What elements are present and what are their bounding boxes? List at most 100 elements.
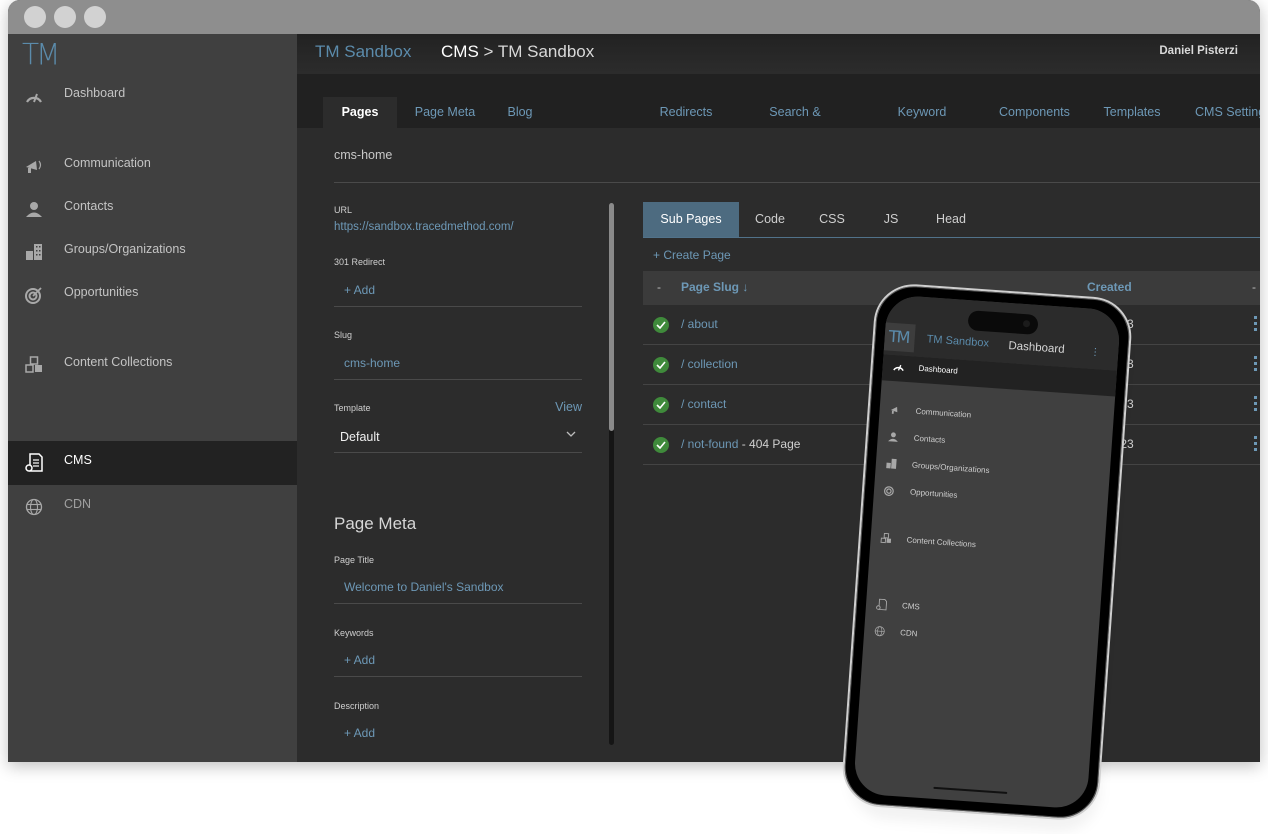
tab-keyword-search[interactable]: Keyword Search [877,97,967,150]
scrollbar-thumb[interactable] [609,203,614,431]
keywords-label: Keywords [334,628,374,638]
page-slug-heading: cms-home [334,148,393,162]
phone-screen: TM TM Sandbox Dashboard ⋮ Dashboard Comm… [852,294,1122,810]
row-menu-icon[interactable] [1254,316,1258,334]
phone-nav-label: CMS [901,601,921,612]
subtab-css[interactable]: CSS [807,202,857,237]
sidebar-item-content-collections[interactable]: Content Collections [8,343,297,387]
slug-label: Slug [334,330,353,340]
window-close-button[interactable] [24,6,46,28]
slug-suffix: - 404 Page [738,437,801,451]
sidebar-item-groups[interactable]: Groups/Organizations [8,230,297,274]
sidebar-item-opportunities[interactable]: Opportunities [8,273,297,317]
app-title[interactable]: TM Sandbox [315,42,411,62]
template-select[interactable]: Default [334,422,582,452]
page-meta-section-title: Page Meta [334,514,417,533]
breadcrumb-section[interactable]: CMS [441,42,479,61]
home-indicator [933,786,1008,794]
phone-nav-content-collections[interactable]: Content Collections [870,530,1105,564]
sidebar-item-communication[interactable]: Communication [8,144,297,188]
slug-text: / not-found [681,437,739,451]
tab-search-replace[interactable]: Search & Replace [745,97,845,150]
create-page-button[interactable]: + Create Page [653,248,731,262]
breadcrumb-separator: > [478,42,498,61]
phone-nav-opportunities[interactable]: Opportunities [873,482,1108,516]
phone-nav-label: Communication [915,406,972,420]
phone-mockup: TM TM Sandbox Dashboard ⋮ Dashboard Comm… [840,281,1134,834]
tab-components[interactable]: Components [999,97,1070,128]
document-gear-icon [24,453,44,473]
template-view-link[interactable]: View [555,400,582,414]
column-label: Page Slug [681,280,740,294]
panel-scrollbar[interactable] [609,203,614,745]
redirect-label: 301 Redirect [334,257,386,267]
tab-redirects[interactable]: Redirects [658,97,714,128]
column-header-created[interactable]: Created [1087,280,1132,294]
person-icon [24,199,44,219]
breadcrumb-page: TM Sandbox [497,42,595,61]
phone-menu-icon[interactable]: ⋮ [1090,347,1101,359]
chevron-down-icon [566,430,576,438]
target-icon [884,485,897,498]
sidebar: TM Dashboard Communication Contacts Grou… [8,34,297,762]
subtab-head[interactable]: Head [923,202,979,237]
buildings-icon [24,242,44,262]
redirect-add-button[interactable]: + Add [344,283,375,297]
description-add-button[interactable]: + Add [344,726,375,740]
slug-text: / about [681,317,718,331]
row-menu-icon[interactable] [1254,396,1258,414]
phone-nav-label: Groups/Organizations [911,460,990,475]
phone-nav-label: Opportunities [909,487,958,500]
slug-text: / contact [681,397,727,411]
check-circle-icon [653,357,669,373]
sidebar-item-dashboard[interactable]: Dashboard [8,74,297,118]
app-logo[interactable]: TM [22,37,60,72]
description-label: Description [334,701,380,711]
slug-field[interactable]: cms-home [344,356,400,370]
sidebar-item-label: CMS [64,453,92,467]
url-label: URL [334,205,353,215]
user-name[interactable]: Daniel Pisterzi [1159,45,1238,57]
url-link[interactable]: https://sandbox.tracedmethod.com/ [334,221,514,233]
speedometer-icon [892,361,905,374]
keywords-add-button[interactable]: + Add [344,653,375,667]
boxes-icon [24,355,44,375]
row-menu-icon[interactable] [1254,356,1258,374]
page-title-field[interactable]: Welcome to Daniel's Sandbox [344,580,504,594]
subpage-slug-link[interactable]: / about [681,317,718,331]
sidebar-item-contacts[interactable]: Contacts [8,187,297,231]
subtab-sub-pages[interactable]: Sub Pages [643,202,739,237]
tab-page-meta[interactable]: Page Meta [409,97,481,128]
phone-nav-cdn[interactable]: CDN [864,623,1099,657]
subpage-slug-link[interactable]: / collection [681,357,738,371]
subpage-slug-link[interactable]: / contact [681,397,726,411]
subtab-code[interactable]: Code [745,202,795,237]
dynamic-island [967,310,1039,335]
divider [334,452,582,453]
subpage-slug-link[interactable]: / not-found - 404 Page [681,437,800,451]
phone-nav-label: CDN [899,628,918,639]
column-header-page-slug[interactable]: Page Slug ↓ [681,280,748,294]
sort-arrow-icon: ↓ [742,280,749,294]
tab-templates[interactable]: Templates [1102,97,1162,128]
window-maximize-button[interactable] [84,6,106,28]
phone-app-logo[interactable]: TM [883,322,916,353]
sidebar-item-cdn[interactable]: CDN [8,485,297,529]
sidebar-item-label: Dashboard [64,86,126,100]
template-label: Template [334,403,371,413]
tab-cms-settings[interactable]: CMS Settings [1195,97,1260,128]
speedometer-icon [24,86,44,106]
phone-app-title[interactable]: TM Sandbox [926,333,989,349]
buildings-icon [885,458,898,471]
tab-blog[interactable]: Blog [502,97,538,128]
subtab-js[interactable]: JS [871,202,911,237]
sidebar-item-cms[interactable]: CMS [8,441,297,485]
globe-icon [24,497,44,517]
window-minimize-button[interactable] [54,6,76,28]
collapse-toggle[interactable]: - [657,280,661,294]
tab-pages[interactable]: Pages [323,97,397,128]
person-icon [887,431,900,444]
actions-toggle[interactable]: - [1252,280,1256,294]
page-subtabs: Sub Pages Code CSS JS Head [643,202,1260,238]
row-menu-icon[interactable] [1254,436,1258,454]
